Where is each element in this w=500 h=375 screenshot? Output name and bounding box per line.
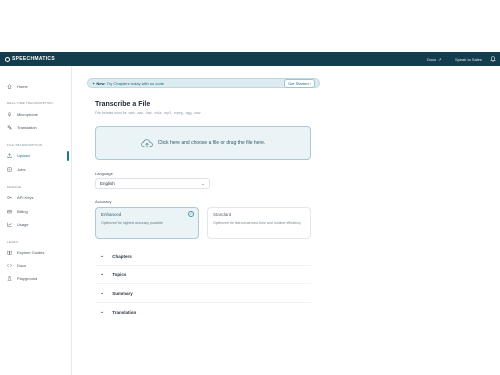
accordion-label: Topics bbox=[112, 271, 127, 277]
sidebar-item-label: API Keys bbox=[17, 194, 34, 200]
banner-text: Try Chapters today with no code bbox=[106, 80, 165, 86]
dropzone-text: Click here and choose a file or drag the… bbox=[157, 140, 266, 146]
chevron-down-icon: ⌄ bbox=[100, 290, 105, 296]
accuracy-option-standard[interactable]: Standard Optimized for fast turnaround t… bbox=[207, 207, 311, 239]
sidebar-item-billing[interactable]: Billing bbox=[7, 207, 69, 215]
accordion-label: Translation bbox=[112, 309, 137, 315]
standard-description: Optimized for fast turnaround time and r… bbox=[213, 221, 301, 225]
sidebar-item-label: Explore Guides bbox=[17, 249, 45, 255]
divider bbox=[95, 283, 311, 284]
standard-title: Standard bbox=[213, 212, 232, 217]
sidebar-item-label: Upload bbox=[17, 152, 30, 158]
enhanced-title: Enhanced bbox=[101, 212, 122, 217]
sidebar-item-microphone[interactable]: Microphone bbox=[7, 110, 69, 118]
accordion-translation[interactable]: ⌄ Translation bbox=[100, 308, 136, 316]
sidebar-item-label: Microphone bbox=[17, 111, 38, 117]
sidebar-item-label: Home bbox=[17, 83, 28, 89]
accordion-chapters[interactable]: ⌄ Chapters bbox=[100, 252, 132, 260]
enhanced-description: Optimized for highest accuracy possible bbox=[101, 221, 163, 225]
sidebar-item-home[interactable]: Home bbox=[7, 82, 69, 90]
sidebar-item-playground[interactable]: Playground bbox=[7, 274, 69, 282]
language-label: Language bbox=[95, 171, 113, 176]
divider bbox=[95, 302, 311, 303]
docs-icon bbox=[7, 263, 12, 268]
upload-icon bbox=[7, 152, 12, 158]
section-heading-realtime: Real-time transcription bbox=[7, 101, 53, 105]
microphone-icon bbox=[7, 111, 12, 117]
jobs-icon bbox=[7, 166, 12, 172]
accordion-label: Chapters bbox=[112, 253, 132, 259]
section-heading-learn: Learn bbox=[7, 240, 19, 244]
credit-card-icon bbox=[7, 209, 12, 214]
sidebar-item-label: Usage bbox=[17, 221, 29, 227]
page-title: Transcribe a File bbox=[95, 101, 151, 108]
speechmatics-logo[interactable]: SPEECHMATICS bbox=[5, 55, 55, 63]
language-value: English bbox=[100, 181, 115, 186]
usage-chart-icon bbox=[7, 222, 12, 227]
key-icon bbox=[7, 195, 12, 200]
sidebar-item-label: Docs bbox=[17, 262, 27, 268]
external-link-icon: ↗ bbox=[438, 56, 442, 62]
section-heading-file: File transcription bbox=[7, 143, 43, 147]
get-started-button[interactable]: Get Started › bbox=[284, 78, 315, 88]
speak-to-sales-link[interactable]: Speak to Sales bbox=[455, 55, 482, 63]
docs-link[interactable]: Docs ↗ bbox=[427, 55, 441, 63]
chevron-down-icon: ⌄ bbox=[200, 180, 205, 187]
sidebar-item-translation[interactable]: Translation bbox=[7, 123, 69, 131]
chevron-down-icon: ⌄ bbox=[100, 253, 105, 259]
docs-link-label: Docs bbox=[427, 56, 437, 62]
sidebar-item-label: Playground bbox=[17, 275, 38, 281]
new-badge-label: New bbox=[96, 80, 105, 86]
chevron-down-icon: ⌄ bbox=[100, 271, 105, 277]
book-icon bbox=[7, 250, 12, 255]
file-dropzone[interactable]: Click here and choose a file or drag the… bbox=[95, 126, 311, 160]
accuracy-option-enhanced[interactable]: Enhanced Optimized for highest accuracy … bbox=[95, 207, 199, 239]
check-circle-icon: ✓ bbox=[188, 211, 194, 217]
sidebar-item-upload[interactable]: Upload bbox=[7, 151, 69, 159]
sidebar-item-label: Billing bbox=[17, 208, 28, 214]
language-select[interactable]: English ⌄ bbox=[95, 178, 210, 189]
divider bbox=[95, 265, 311, 266]
sidebar-item-api-keys[interactable]: API Keys bbox=[7, 193, 69, 201]
sidebar-item-usage[interactable]: Usage bbox=[7, 220, 69, 228]
accordion-summary[interactable]: ⌄ Summary bbox=[100, 289, 133, 297]
logo-text: SPEECHMATICS bbox=[12, 56, 55, 62]
home-icon bbox=[7, 83, 12, 89]
playground-icon bbox=[7, 275, 12, 281]
new-badge: ✦ New bbox=[92, 81, 105, 86]
announcement-banner: ✦ New Try Chapters today with no code Ge… bbox=[87, 78, 320, 88]
accordion-label: Summary bbox=[112, 290, 133, 296]
translate-icon bbox=[7, 125, 12, 130]
section-heading-manage: Manage bbox=[7, 185, 22, 189]
sparkle-icon: ✦ bbox=[92, 80, 96, 86]
sidebar-item-label: Translation bbox=[17, 124, 37, 130]
top-navbar: SPEECHMATICS Docs ↗ Speak to Sales bbox=[0, 52, 500, 66]
accuracy-label: Accuracy bbox=[95, 199, 112, 204]
notification-bell-icon[interactable] bbox=[489, 55, 496, 63]
sidebar-item-jobs[interactable]: Jobs bbox=[7, 165, 69, 173]
file-formats-hint: File formats must be .wav, .aac, .flac, … bbox=[95, 111, 201, 115]
accordion-topics[interactable]: ⌄ Topics bbox=[100, 270, 126, 278]
logo-icon bbox=[5, 56, 10, 62]
chevron-down-icon: ⌄ bbox=[100, 309, 105, 315]
active-indicator bbox=[67, 151, 69, 161]
sidebar-item-explore-guides[interactable]: Explore Guides bbox=[7, 248, 69, 256]
cloud-upload-icon bbox=[140, 138, 153, 148]
sidebar-item-label: Jobs bbox=[17, 166, 26, 172]
sidebar-item-docs[interactable]: Docs bbox=[7, 261, 69, 269]
